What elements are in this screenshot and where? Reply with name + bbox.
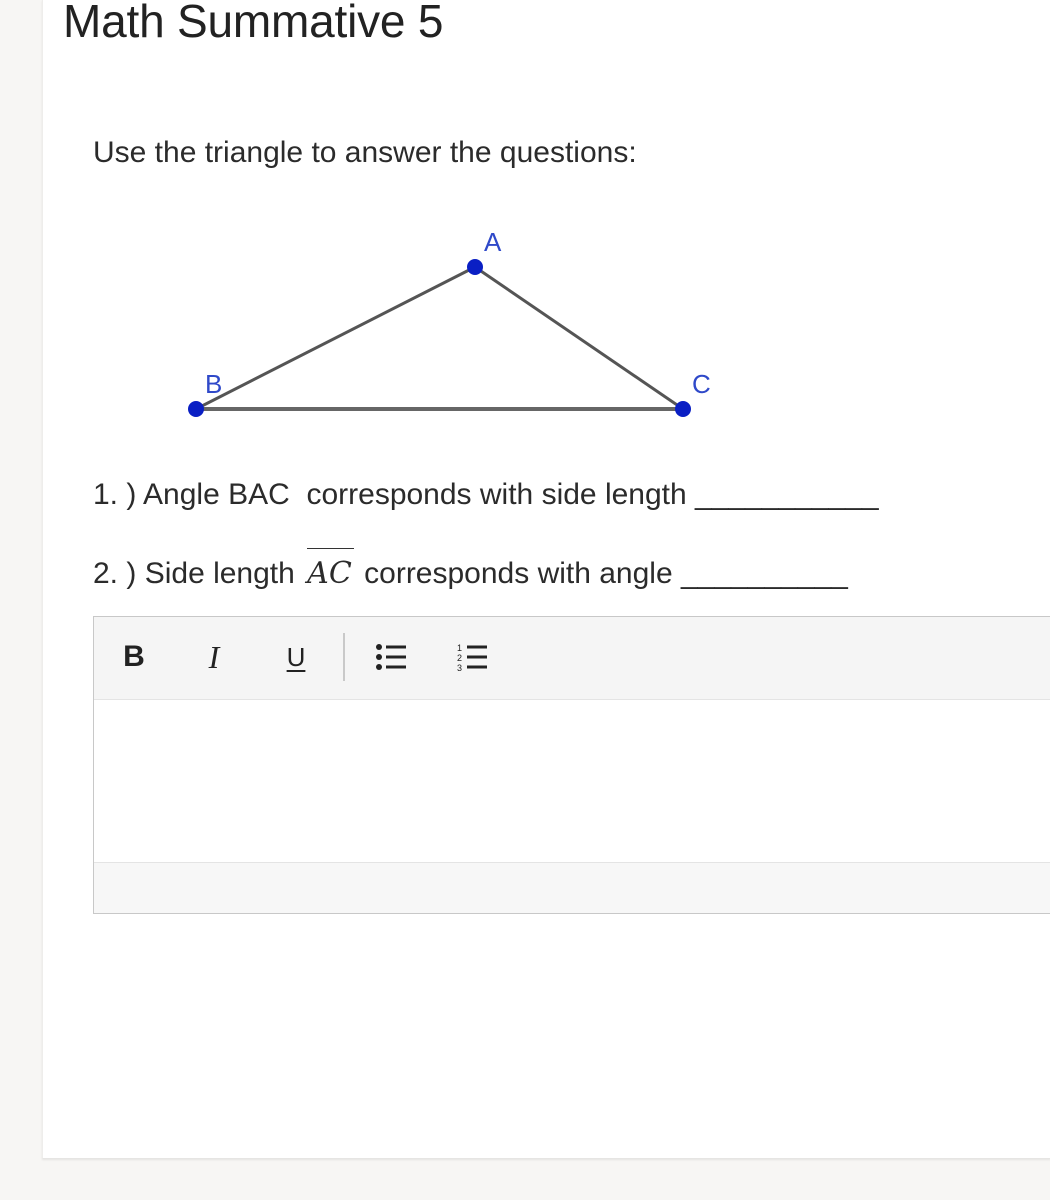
toolbar-divider xyxy=(343,633,345,681)
vertex-a-point xyxy=(467,259,483,275)
vertex-c-point xyxy=(675,401,691,417)
rich-text-editor: B I U 1 2 3 xyxy=(93,616,1050,914)
answer-text-area[interactable] xyxy=(94,700,1050,863)
question-1-number: 1. ) xyxy=(93,478,137,511)
vertex-b-point xyxy=(188,401,204,417)
vertex-a-label: A xyxy=(484,227,502,257)
question-2-text-before: Side length xyxy=(144,557,295,590)
question-1: 1. ) Angle BAC corresponds with side len… xyxy=(93,478,879,512)
numbered-list-icon: 1 2 3 xyxy=(457,643,487,672)
vertex-c-label: C xyxy=(692,369,711,399)
bulleted-list-button[interactable] xyxy=(369,635,413,679)
editor-toolbar: B I U 1 2 3 xyxy=(94,617,1050,700)
italic-button[interactable]: I xyxy=(192,635,236,679)
question-1-text: Angle BAC corresponds with side length xyxy=(143,478,687,511)
vertex-b-label: B xyxy=(205,369,222,399)
segment-ac-label: AC xyxy=(307,556,352,591)
bold-button[interactable]: B xyxy=(112,635,156,679)
segment-overline xyxy=(307,548,354,549)
question-instructions: Use the triangle to answer the questions… xyxy=(93,136,637,169)
assessment-page: Math Summative 5 Use the triangle to ans… xyxy=(42,0,1050,1159)
bulleted-list-icon xyxy=(376,644,406,670)
edge-ab xyxy=(195,265,476,411)
question-1-blank: ___________ xyxy=(695,478,879,511)
edge-ac xyxy=(474,265,684,411)
numbered-list-button[interactable]: 1 2 3 xyxy=(450,635,494,679)
question-2-text-after: corresponds with angle xyxy=(364,557,673,590)
editor-status-bar xyxy=(94,863,1050,913)
triangle-edges xyxy=(195,265,684,411)
svg-text:3: 3 xyxy=(457,663,462,672)
segment-ac-notation: AC xyxy=(303,548,356,591)
svg-text:1: 1 xyxy=(457,643,462,653)
page-title: Math Summative 5 xyxy=(63,0,444,47)
underline-button[interactable]: U xyxy=(274,635,318,679)
question-2-blank: __________ xyxy=(681,557,848,590)
svg-text:2: 2 xyxy=(457,653,462,663)
question-2: 2. ) Side length AC corresponds with ang… xyxy=(93,548,848,591)
question-2-number: 2. ) xyxy=(93,557,137,590)
triangle-figure: A B C xyxy=(188,227,711,417)
